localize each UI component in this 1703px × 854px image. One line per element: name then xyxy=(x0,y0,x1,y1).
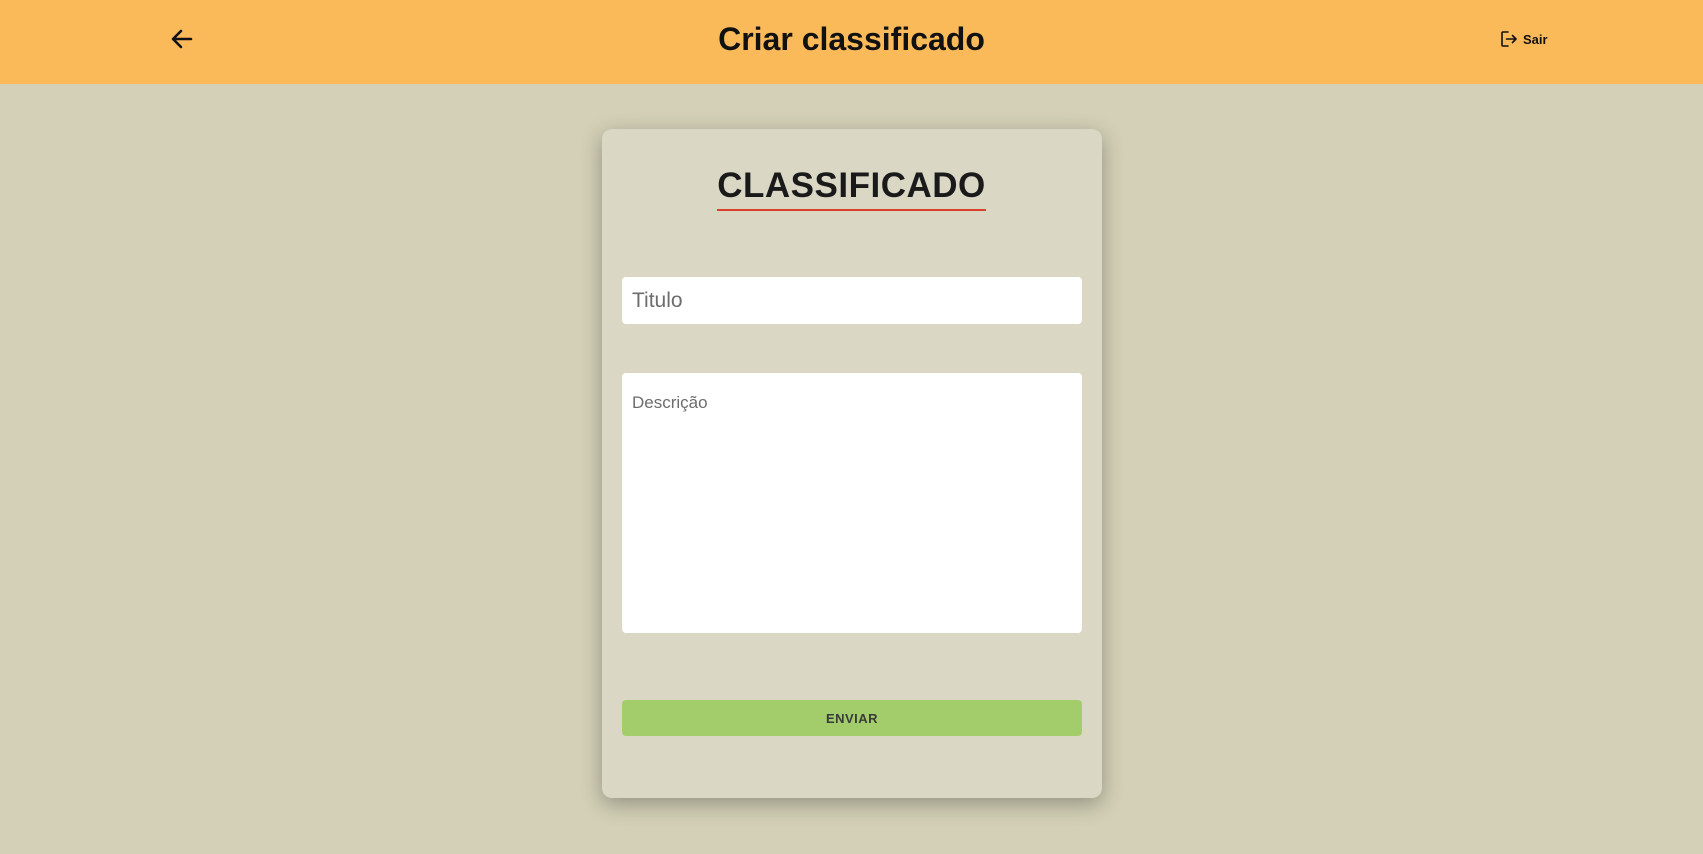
top-app-bar: Criar classificado Sair xyxy=(0,0,1703,84)
title-input[interactable] xyxy=(622,277,1082,324)
logout-label: Sair xyxy=(1523,31,1548,47)
logout-button[interactable]: Sair xyxy=(1500,27,1548,51)
description-textarea[interactable] xyxy=(622,373,1082,633)
logout-icon xyxy=(1501,31,1517,47)
form-heading: CLASSIFICADO xyxy=(0,165,1703,211)
form-heading-text: CLASSIFICADO xyxy=(717,165,986,211)
submit-button[interactable]: ENVIAR xyxy=(622,700,1082,736)
page-title: Criar classificado xyxy=(718,21,985,57)
